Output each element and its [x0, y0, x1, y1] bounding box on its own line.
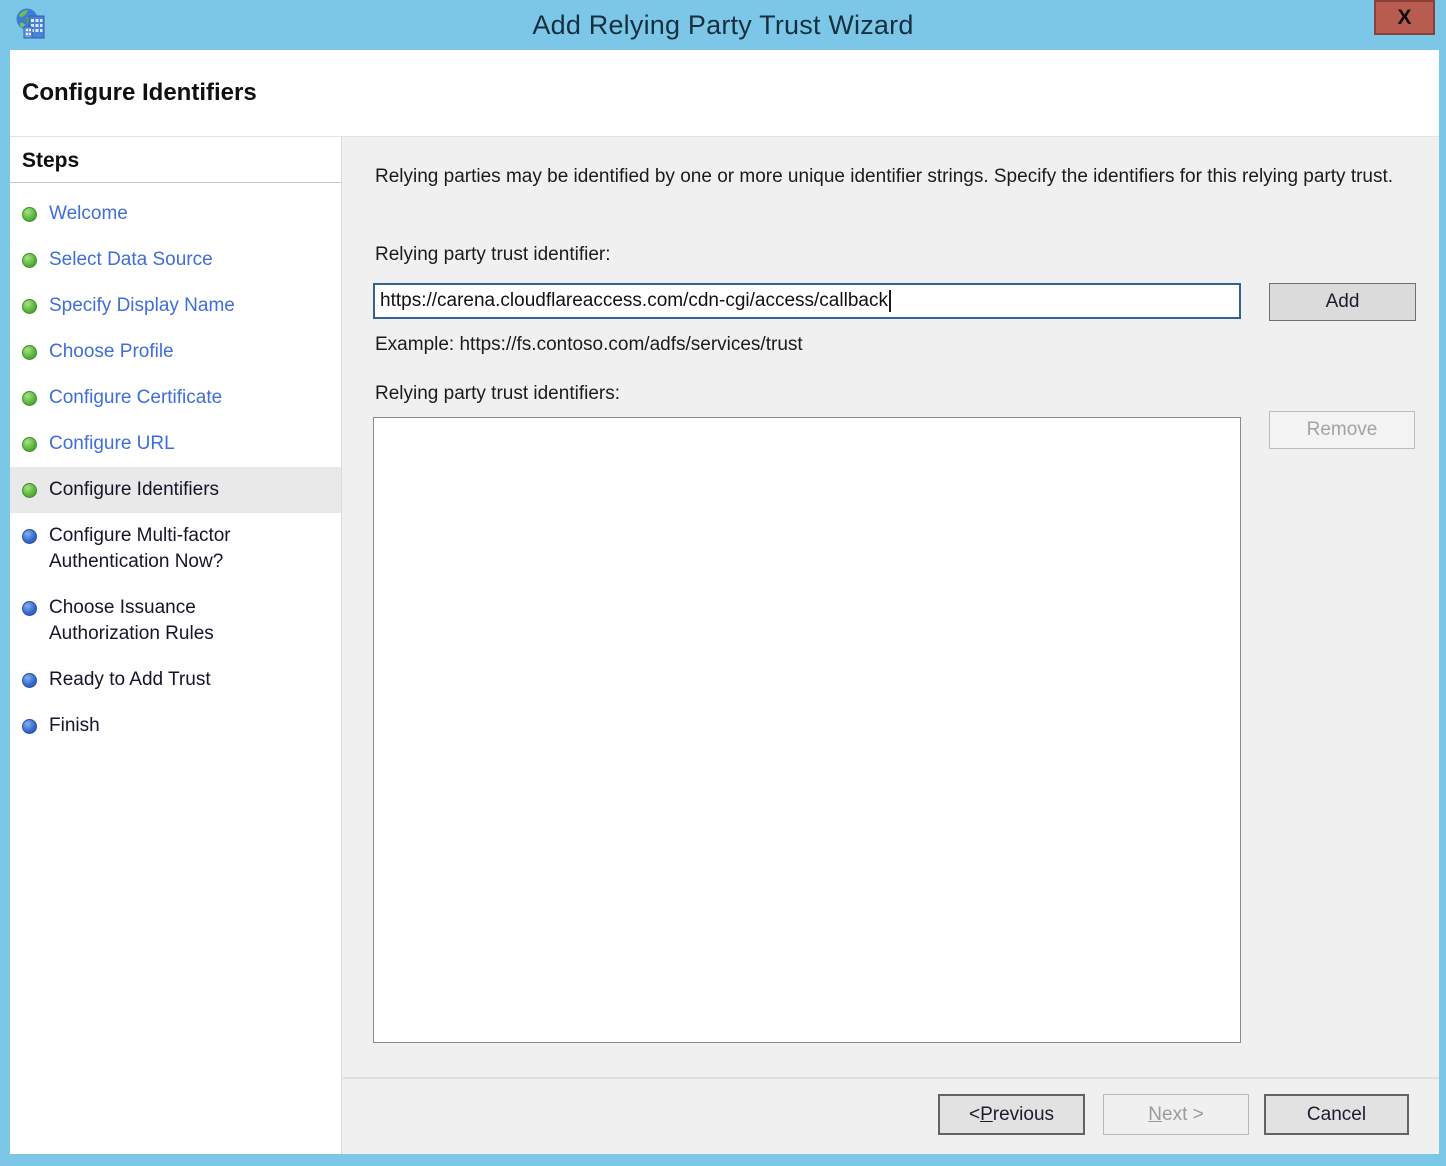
- sidebar-step[interactable]: Configure Certificate: [10, 375, 341, 421]
- example-text: Example: https://fs.contoso.com/adfs/ser…: [375, 334, 803, 356]
- step-status-dot: [22, 673, 37, 688]
- step-status-dot: [22, 437, 37, 452]
- main-panel: Relying parties may be identified by one…: [343, 137, 1439, 1154]
- step-status-dot: [22, 529, 37, 544]
- previous-button[interactable]: < Previous: [938, 1094, 1085, 1135]
- sidebar-step: Finish: [10, 703, 341, 749]
- text-caret: [889, 290, 891, 312]
- close-button[interactable]: X: [1374, 0, 1435, 35]
- sidebar-step[interactable]: Welcome: [10, 191, 341, 237]
- sidebar-step[interactable]: Choose Profile: [10, 329, 341, 375]
- identifiers-list-label: Relying party trust identifiers:: [375, 383, 620, 405]
- identifier-input-value: https://carena.cloudflareaccess.com/cdn-…: [380, 290, 888, 312]
- step-label: Specify Display Name: [49, 293, 235, 319]
- add-button-label: Add: [1326, 291, 1360, 313]
- cancel-button-label: Cancel: [1307, 1104, 1366, 1126]
- footer: < Previous Next > Cancel: [343, 1077, 1439, 1154]
- close-icon: X: [1397, 6, 1411, 30]
- sidebar-step: Choose Issuance Authorization Rules: [10, 585, 341, 657]
- step-label: Configure Identifiers: [49, 477, 219, 503]
- previous-label-post: revious: [993, 1104, 1054, 1126]
- step-label: Choose Issuance Authorization Rules: [49, 595, 289, 647]
- step-status-dot: [22, 391, 37, 406]
- steps-title: Steps: [10, 137, 341, 183]
- steps-sidebar: Steps Welcome Select Data Source Specify D…: [10, 137, 342, 1154]
- previous-label-pre: <: [969, 1104, 980, 1126]
- identifier-input[interactable]: https://carena.cloudflareaccess.com/cdn-…: [373, 283, 1241, 319]
- window-title: Add Relying Party Trust Wizard: [0, 0, 1446, 50]
- step-label: Choose Profile: [49, 339, 174, 365]
- step-label: Configure Multi-factor Authentication No…: [49, 523, 289, 575]
- step-status-dot: [22, 719, 37, 734]
- next-label-key: N: [1148, 1104, 1162, 1126]
- step-status-dot: [22, 345, 37, 360]
- step-label: Welcome: [49, 201, 128, 227]
- step-label: Configure Certificate: [49, 385, 222, 411]
- steps-list: Welcome Select Data Source Specify Display…: [10, 183, 341, 749]
- step-status-dot: [22, 601, 37, 616]
- step-status-dot: [22, 253, 37, 268]
- identifier-label: Relying party trust identifier:: [375, 244, 611, 266]
- next-label-post: ext >: [1162, 1104, 1204, 1126]
- next-button[interactable]: Next >: [1103, 1094, 1249, 1135]
- identifiers-listbox[interactable]: [373, 417, 1241, 1043]
- sidebar-step: Configure Multi-factor Authentication No…: [10, 513, 341, 585]
- step-status-dot: [22, 299, 37, 314]
- sidebar-step[interactable]: Select Data Source: [10, 237, 341, 283]
- sidebar-step[interactable]: Configure URL: [10, 421, 341, 467]
- page-title: Configure Identifiers: [10, 79, 257, 107]
- step-label: Finish: [49, 713, 100, 739]
- sidebar-step: Configure Identifiers: [10, 467, 341, 513]
- step-status-dot: [22, 483, 37, 498]
- intro-text: Relying parties may be identified by one…: [375, 163, 1405, 190]
- sidebar-step: Ready to Add Trust: [10, 657, 341, 703]
- step-label: Ready to Add Trust: [49, 667, 211, 693]
- step-label: Select Data Source: [49, 247, 213, 273]
- step-label: Configure URL: [49, 431, 175, 457]
- step-status-dot: [22, 207, 37, 222]
- remove-button-label: Remove: [1307, 419, 1378, 441]
- cancel-button[interactable]: Cancel: [1264, 1094, 1409, 1135]
- wizard-window: Add Relying Party Trust Wizard X Configu…: [0, 0, 1446, 1166]
- remove-button[interactable]: Remove: [1269, 411, 1415, 449]
- page-header: Configure Identifiers: [10, 50, 1439, 137]
- add-button[interactable]: Add: [1269, 283, 1416, 321]
- content: Steps Welcome Select Data Source Specify D…: [10, 137, 1439, 1154]
- sidebar-step[interactable]: Specify Display Name: [10, 283, 341, 329]
- previous-label-key: P: [980, 1104, 993, 1126]
- titlebar: Add Relying Party Trust Wizard X: [0, 0, 1446, 50]
